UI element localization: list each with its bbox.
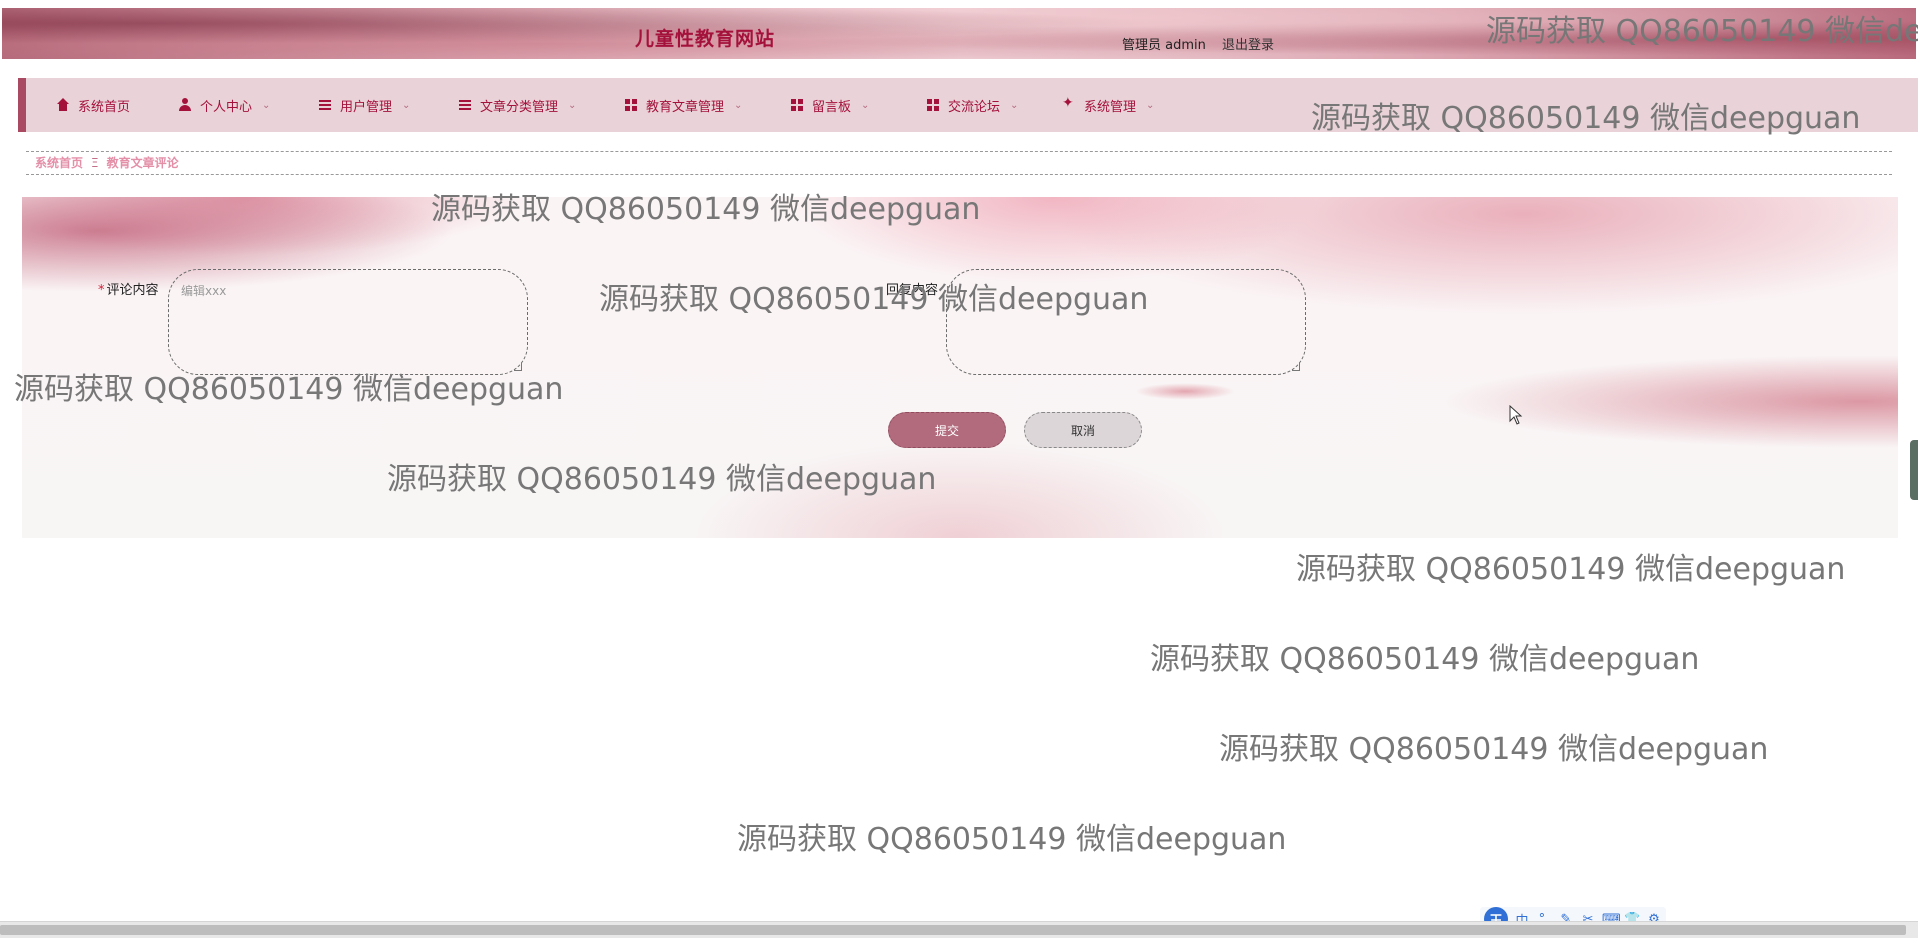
comment-textarea[interactable] xyxy=(168,269,528,375)
horizontal-scrollbar[interactable] xyxy=(0,921,1918,938)
main-nav: 系统首页 个人中心 ⌄ 用户管理 ⌄ 文章分类管理 ⌄ 教育文章管理 ⌄ 留言板… xyxy=(18,78,1918,132)
comment-label: * 评论内容 xyxy=(98,279,159,298)
watermark-text: 源码获取 QQ86050149 微信deepguan xyxy=(1150,642,1700,677)
breadcrumb-divider xyxy=(26,151,1892,152)
nav-item-label: 文章分类管理 xyxy=(480,99,559,115)
mouse-cursor-icon xyxy=(1509,405,1523,425)
breadcrumb-current: 教育文章评论 xyxy=(106,156,179,170)
breadcrumb-divider xyxy=(26,174,1892,175)
grid-icon xyxy=(790,98,804,112)
current-user: 管理员 admin xyxy=(1122,38,1206,53)
breadcrumb-separator-icon: Ξ xyxy=(91,155,99,170)
breadcrumb: 系统首页 Ξ 教育文章评论 xyxy=(35,154,179,171)
list-icon xyxy=(458,98,472,112)
breadcrumb-home[interactable]: 系统首页 xyxy=(35,154,83,171)
reply-textarea[interactable] xyxy=(946,269,1306,375)
nav-item-label: 教育文章管理 xyxy=(646,99,725,115)
nav-item-label: 交流论坛 xyxy=(948,99,1001,115)
watermark-text: 源码获取 QQ86050149 微信deepguan xyxy=(1296,552,1846,587)
watermark-text: 源码获取 QQ86050149 微信deepguan xyxy=(737,822,1287,857)
chevron-down-icon: ⌄ xyxy=(262,99,271,111)
resize-handle-icon[interactable] xyxy=(1292,363,1300,371)
nav-item-label: 系统管理 xyxy=(1084,99,1137,115)
chevron-down-icon: ⌄ xyxy=(568,99,577,111)
nav-item-label: 留言板 xyxy=(812,99,852,115)
nav-item-label: 系统首页 xyxy=(78,99,131,115)
nav-item-forum[interactable]: 交流论坛 ⌄ xyxy=(926,78,1018,132)
nav-item-message-board[interactable]: 留言板 ⌄ xyxy=(790,78,869,132)
nav-item-home[interactable]: 系统首页 xyxy=(56,78,130,132)
required-mark: * xyxy=(98,283,105,298)
submit-button[interactable]: 提交 xyxy=(888,412,1006,448)
home-icon xyxy=(56,98,70,112)
grid-icon xyxy=(926,98,940,112)
nav-item-personal-center[interactable]: 个人中心 ⌄ xyxy=(178,78,270,132)
site-header: 儿童性教育网站 管理员 admin 退出登录 xyxy=(2,8,1916,59)
chevron-down-icon: ⌄ xyxy=(861,99,870,111)
scrollbar-thumb[interactable] xyxy=(0,925,1906,935)
resize-handle-icon[interactable] xyxy=(514,363,522,371)
chevron-down-icon: ⌄ xyxy=(402,99,411,111)
nav-item-article-category[interactable]: 文章分类管理 ⌄ xyxy=(458,78,576,132)
comment-form: *评论内容 回复内容 提交 取消 xyxy=(22,197,1898,538)
nav-item-system-management[interactable]: 系统管理 ⌄ xyxy=(1062,78,1154,132)
grid-icon xyxy=(624,98,638,112)
nav-item-user-management[interactable]: 用户管理 ⌄ xyxy=(318,78,410,132)
cancel-button[interactable]: 取消 xyxy=(1024,412,1142,448)
comment-label-text: 评论内容 xyxy=(106,283,159,298)
side-panel-handle[interactable] xyxy=(1910,440,1918,500)
chevron-down-icon: ⌄ xyxy=(734,99,743,111)
site-title: 儿童性教育网站 xyxy=(635,28,776,50)
gear-icon xyxy=(1062,95,1076,112)
nav-item-label: 个人中心 xyxy=(200,99,253,115)
logout-link[interactable]: 退出登录 xyxy=(1222,34,1274,53)
nav-item-label: 用户管理 xyxy=(340,99,393,115)
user-icon xyxy=(178,98,192,112)
list-icon xyxy=(318,98,332,112)
chevron-down-icon: ⌄ xyxy=(1010,99,1019,111)
chevron-down-icon: ⌄ xyxy=(1146,99,1155,111)
watermark-text: 源码获取 QQ86050149 微信deepguan xyxy=(1219,732,1769,767)
reply-label: 回复内容 xyxy=(886,283,939,298)
nav-item-education-articles[interactable]: 教育文章管理 ⌄ xyxy=(624,78,742,132)
